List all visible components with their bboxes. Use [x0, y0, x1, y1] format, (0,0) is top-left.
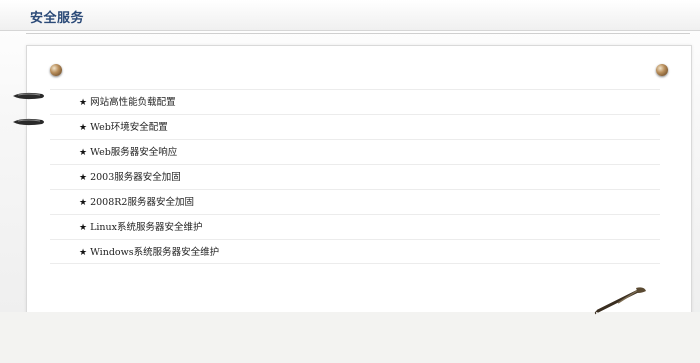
list-item: ★ Linux系统服务器安全维护: [50, 214, 660, 239]
service-link[interactable]: 2008R2服务器安全加固: [90, 197, 194, 208]
star-icon: ★: [79, 98, 88, 108]
star-icon: ★: [79, 173, 88, 183]
list-item: ★ Web环境安全配置: [50, 114, 660, 139]
pushpin-icon-left: [50, 64, 62, 76]
service-link[interactable]: Web服务器安全响应: [90, 147, 177, 158]
binder-clip-icon: [13, 118, 44, 126]
service-link[interactable]: Web环境安全配置: [90, 122, 168, 133]
star-icon: ★: [79, 123, 88, 133]
service-link[interactable]: 网站高性能负载配置: [90, 97, 176, 108]
service-link[interactable]: 2003服务器安全加固: [90, 172, 181, 183]
header-divider: [26, 33, 690, 34]
list-item: ★ 2003服务器安全加固: [50, 164, 660, 189]
list-item: ★ Windows系统服务器安全维护: [50, 239, 660, 264]
pushpin-icon-right: [656, 64, 668, 76]
page-title: 安全服务: [30, 11, 85, 26]
binder-clip-icon: [13, 92, 44, 100]
star-icon: ★: [79, 148, 88, 158]
list-item: ★ 网站高性能负载配置: [50, 89, 660, 114]
star-icon: ★: [79, 198, 88, 208]
star-icon: ★: [79, 248, 88, 258]
section-header: 安全服务: [0, 0, 700, 31]
service-link[interactable]: Windows系统服务器安全维护: [90, 247, 219, 258]
list-item: ★ Web服务器安全响应: [50, 139, 660, 164]
quill-pen-icon: [594, 287, 646, 315]
service-link[interactable]: Linux系统服务器安全维护: [90, 222, 202, 233]
security-service-list: ★ 网站高性能负载配置 ★ Web环境安全配置 ★ Web服务器安全响应 ★ 2003服…: [50, 89, 660, 264]
list-item: ★ 2008R2服务器安全加固: [50, 189, 660, 214]
page-footer-band: [0, 312, 700, 363]
star-icon: ★: [79, 223, 88, 233]
